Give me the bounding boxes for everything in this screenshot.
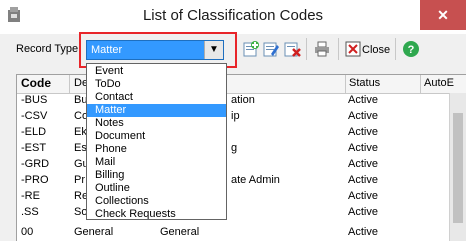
dropdown-option-phone[interactable]: Phone bbox=[87, 143, 226, 156]
toolbar-separator bbox=[395, 38, 396, 60]
help-icon[interactable]: ? bbox=[402, 40, 420, 58]
window-title: List of Classification Codes bbox=[142, 7, 324, 24]
cell-status: Active bbox=[348, 126, 378, 138]
scrollbar-thumb[interactable] bbox=[453, 113, 463, 223]
cell-status: Active bbox=[348, 190, 378, 202]
column-divider[interactable] bbox=[420, 75, 421, 93]
dropdown-option-mail[interactable]: Mail bbox=[87, 156, 226, 169]
cell-code: -RE bbox=[21, 190, 40, 202]
cell-description: Es bbox=[74, 142, 87, 154]
classification-grid: Code De Status AutoE -BUS Bu ation Activ… bbox=[16, 74, 466, 241]
cell-description-2: g bbox=[231, 142, 238, 154]
dropdown-option-billing[interactable]: Billing bbox=[87, 169, 226, 182]
cell-code: .SS bbox=[21, 206, 39, 218]
cell-status: Active bbox=[348, 174, 378, 186]
cell-description: Ek bbox=[74, 126, 87, 138]
grid-header: Code De Status AutoE bbox=[17, 75, 466, 94]
dropdown-option-outline[interactable]: Outline bbox=[87, 182, 226, 195]
dropdown-option-notes[interactable]: Notes bbox=[87, 117, 226, 130]
dropdown-option-event[interactable]: Event bbox=[87, 65, 226, 78]
record-type-dropdown-list[interactable]: Event ToDo Contact Matter Notes Document… bbox=[86, 63, 227, 220]
table-row[interactable]: -CSV Co ip Active bbox=[17, 109, 447, 125]
dropdown-option-matter[interactable]: Matter bbox=[87, 104, 226, 117]
column-divider[interactable] bbox=[69, 75, 70, 93]
column-header-autoe[interactable]: AutoE bbox=[424, 77, 454, 89]
close-icon[interactable] bbox=[344, 40, 362, 58]
dropdown-option-collections[interactable]: Collections bbox=[87, 195, 226, 208]
record-type-select[interactable]: Matter ▼ bbox=[86, 40, 224, 60]
table-row[interactable]: .SS Soc Sec Active bbox=[17, 205, 447, 221]
cell-status: Active bbox=[348, 94, 378, 106]
cell-status: Active bbox=[348, 110, 378, 122]
edit-record-icon[interactable] bbox=[262, 40, 280, 58]
cell-status: Active bbox=[348, 158, 378, 170]
cell-code: -ELD bbox=[21, 126, 47, 138]
cell-description: General bbox=[74, 226, 114, 238]
toolbar-separator bbox=[338, 38, 339, 60]
vertical-scrollbar[interactable] bbox=[449, 93, 466, 241]
cell-status: Active bbox=[348, 206, 378, 218]
column-divider[interactable] bbox=[345, 75, 346, 93]
cell-code: -CSV bbox=[21, 110, 48, 122]
table-row[interactable]: -RE Re Active bbox=[17, 189, 447, 205]
record-type-value: Matter bbox=[91, 44, 123, 56]
cell-code: -GRD bbox=[21, 158, 50, 170]
cell-description: Pr bbox=[74, 174, 85, 186]
window-close-button[interactable]: ✕ bbox=[420, 0, 466, 30]
delete-record-icon[interactable] bbox=[283, 40, 301, 58]
cell-description-2: General bbox=[160, 226, 200, 238]
table-row[interactable]: -BUS Bu ation Active bbox=[17, 93, 447, 109]
dropdown-option-document[interactable]: Document bbox=[87, 130, 226, 143]
cell-code: -BUS bbox=[21, 94, 48, 106]
table-row[interactable]: -PRO Pr ate Admin Active bbox=[17, 173, 447, 189]
title-bar: List of Classification Codes ✕ bbox=[0, 0, 466, 34]
column-header-code[interactable]: Code bbox=[21, 76, 51, 90]
table-row[interactable]: 00 General General Active bbox=[17, 225, 447, 241]
column-header-status[interactable]: Status bbox=[349, 77, 380, 89]
record-type-label: Record Type bbox=[16, 43, 79, 55]
dropdown-option-todo[interactable]: ToDo bbox=[87, 78, 226, 91]
cell-description-2: ate Admin bbox=[231, 174, 280, 186]
add-record-icon[interactable] bbox=[242, 40, 260, 58]
dropdown-option-check-requests[interactable]: Check Requests bbox=[87, 208, 226, 219]
cell-description-2: ation bbox=[231, 94, 255, 106]
table-row[interactable]: -EST Es g Active bbox=[17, 141, 447, 157]
dropdown-option-contact[interactable]: Contact bbox=[87, 91, 226, 104]
cell-description-2: ip bbox=[231, 110, 240, 122]
cell-code: -PRO bbox=[21, 174, 49, 186]
chevron-down-icon[interactable]: ▼ bbox=[204, 41, 223, 59]
svg-text:?: ? bbox=[408, 44, 415, 56]
close-button-label[interactable]: Close bbox=[362, 44, 390, 56]
cell-code: 00 bbox=[21, 226, 34, 238]
table-row[interactable]: -GRD Gu Active bbox=[17, 157, 447, 173]
print-icon[interactable] bbox=[313, 40, 331, 58]
cell-status: Active bbox=[348, 142, 378, 154]
table-row[interactable]: -ELD Ek Active bbox=[17, 125, 447, 141]
cell-code: -EST bbox=[21, 142, 47, 154]
cell-status: Active bbox=[348, 226, 378, 238]
toolbar-separator bbox=[306, 38, 307, 60]
